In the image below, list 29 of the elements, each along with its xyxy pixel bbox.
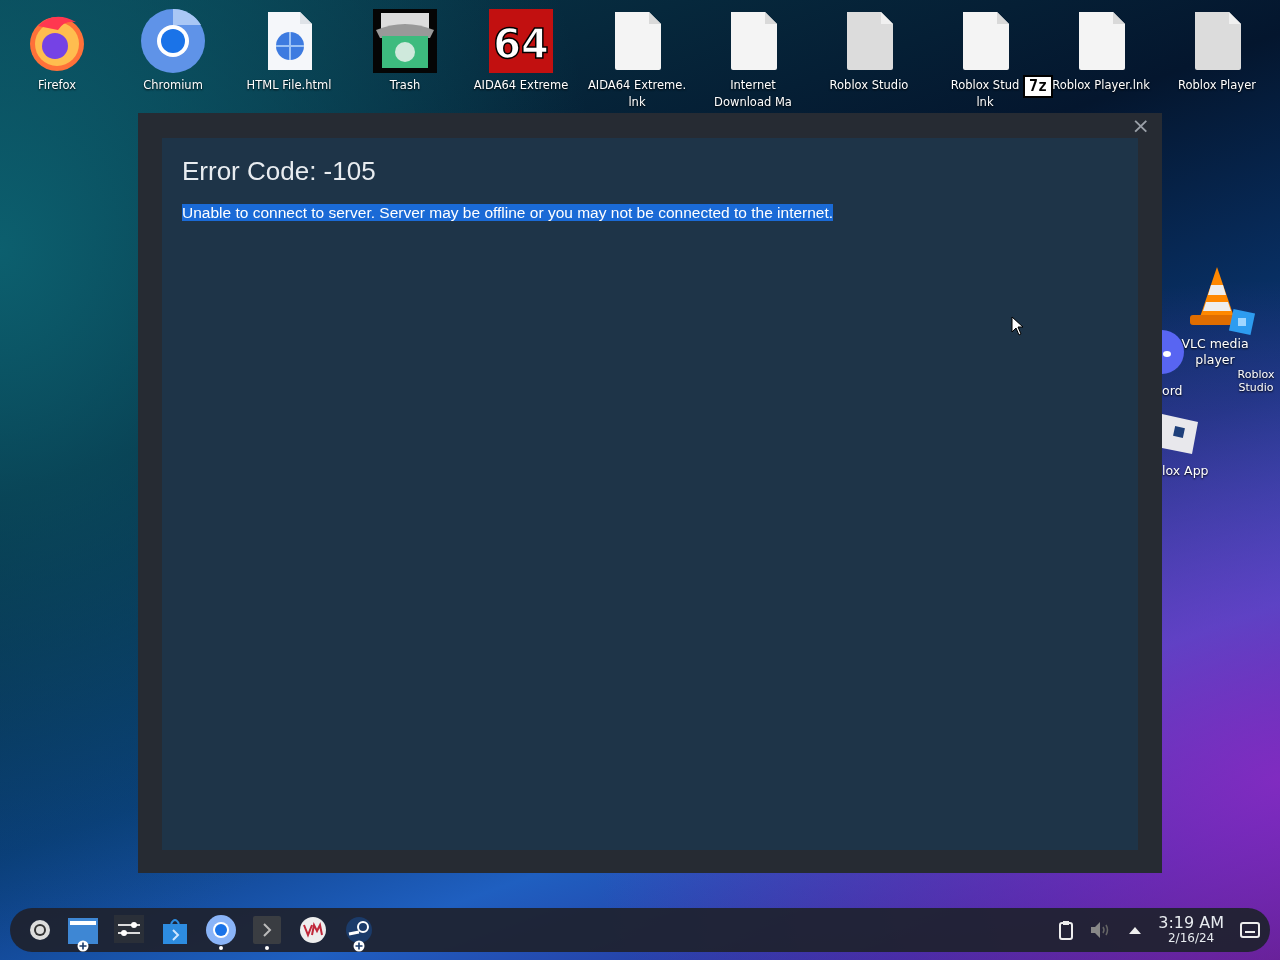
icon-label: ord [1162,383,1183,399]
icon-label: AIDA64 Extreme [473,77,569,94]
icon-label: Roblox Studio [829,77,909,94]
show-desktop-icon[interactable] [1240,922,1260,938]
icon-label: VLC media player [1180,336,1250,368]
icon-label: Trash [389,77,421,94]
pointer-icon [1011,316,1025,336]
expand-arrow-icon[interactable] [1128,925,1143,935]
icon-label: Roblox Player [1178,77,1256,94]
aida64-icon[interactable]: 64 [488,8,554,74]
error-message: Unable to connect to server. Server may be offline or you may not be connected to the internet. [182,204,834,222]
icon-label: HTML File.html [246,77,332,94]
icon-label: Firefox [37,77,77,94]
icon-label: Roblox Stud lnk [950,77,1020,111]
error-title: Error Code: -105 [182,156,377,188]
icon-label: Roblox Player.lnk [1052,77,1150,94]
icon-label: lox App [1162,463,1209,479]
icon-label: Chromium [143,77,203,94]
roblox-studio-icon[interactable] [1228,308,1256,336]
icon-label: Internet Download Ma [714,77,792,111]
recycle-bin-icon[interactable] [372,8,438,74]
close-button[interactable]: × [1125,113,1156,139]
clock-date[interactable]: 2/16/24 [1158,932,1224,945]
icon-label: AIDA64 Extreme. lnk [587,77,687,111]
clipboard-icon[interactable] [1058,920,1075,940]
archive-icon[interactable]: 7z [1023,75,1053,98]
chromium-icon[interactable] [140,8,206,74]
clock-time[interactable]: 3:19 AM [1158,915,1224,933]
icon-label: Roblox Studio [1236,368,1276,394]
